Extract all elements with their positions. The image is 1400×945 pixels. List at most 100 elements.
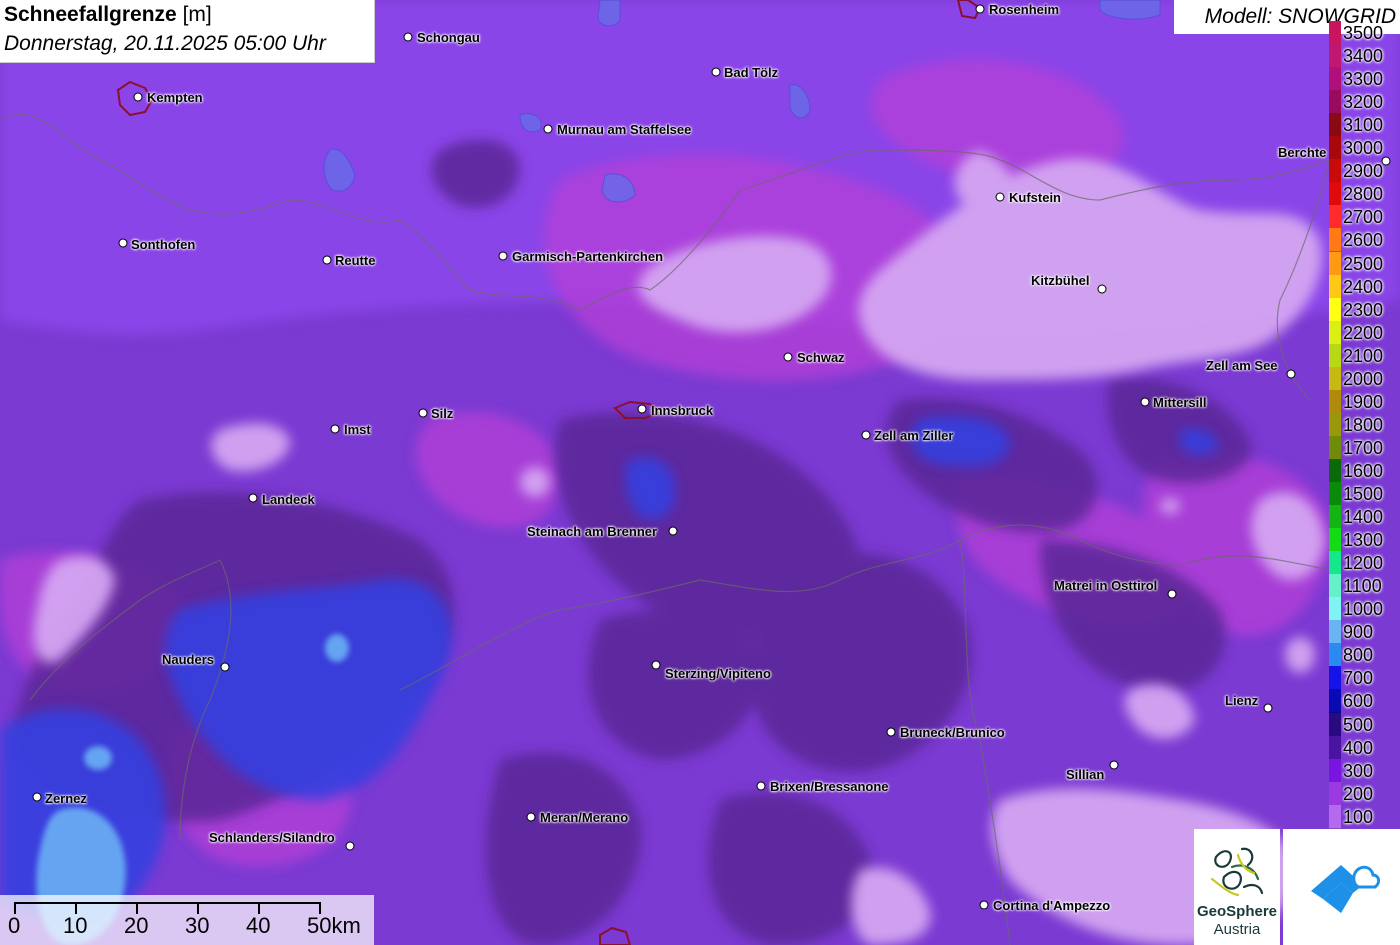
legend-swatch xyxy=(1329,113,1341,138)
legend-row: 900 xyxy=(1329,620,1400,645)
legend-label: 1200 xyxy=(1343,553,1384,574)
city-label: Steinach am Brenner xyxy=(527,524,658,539)
legend-row: 3500 xyxy=(1329,21,1400,45)
city-marker[interactable] xyxy=(668,526,678,536)
city-marker[interactable] xyxy=(1263,703,1273,713)
legend-label: 3000 xyxy=(1343,138,1384,159)
city-marker[interactable] xyxy=(711,67,721,77)
city-marker[interactable] xyxy=(995,192,1005,202)
legend-row: 1800 xyxy=(1329,412,1400,437)
city-marker[interactable] xyxy=(498,251,508,261)
city-label: Rosenheim xyxy=(989,2,1060,17)
legend-swatch xyxy=(1329,620,1341,645)
legend-label: 1300 xyxy=(1343,530,1384,551)
city-label: Kempten xyxy=(147,90,203,105)
legend-label: 1900 xyxy=(1343,391,1384,412)
city-marker[interactable] xyxy=(322,255,332,265)
scale-label: 0 xyxy=(8,913,21,938)
legend-swatch xyxy=(1329,804,1341,829)
city-marker[interactable] xyxy=(118,238,128,248)
city-label: Mittersill xyxy=(1153,395,1207,410)
city-label: Cortina d'Ampezzo xyxy=(993,898,1111,913)
legend-label: 2900 xyxy=(1343,161,1384,182)
legend-swatch xyxy=(1329,44,1341,69)
city-marker[interactable] xyxy=(651,660,661,670)
city-label: Bruneck/Brunico xyxy=(900,725,1005,740)
city-marker[interactable] xyxy=(248,493,258,503)
city-marker[interactable] xyxy=(637,404,647,414)
legend-swatch xyxy=(1329,67,1341,92)
legend-label: 3300 xyxy=(1343,69,1384,90)
house-cloud-icon xyxy=(1311,865,1381,913)
city-marker[interactable] xyxy=(979,900,989,910)
city-marker[interactable] xyxy=(330,424,340,434)
snowfall-line-map[interactable] xyxy=(0,0,1400,945)
city-marker[interactable] xyxy=(1140,397,1150,407)
legend-label: 500 xyxy=(1343,714,1374,735)
city-marker[interactable] xyxy=(345,841,355,851)
city-marker[interactable] xyxy=(756,781,766,791)
city-marker[interactable] xyxy=(403,32,413,42)
map-title-text: Schneefallgrenze xyxy=(4,3,177,26)
city-label: Matrei in Osttirol xyxy=(1054,578,1158,593)
city-label: Murnau am Staffelsee xyxy=(557,122,692,137)
city-marker[interactable] xyxy=(526,812,536,822)
city-marker[interactable] xyxy=(1097,284,1107,294)
city-marker[interactable] xyxy=(886,727,896,737)
city-label: Sillian xyxy=(1066,767,1105,782)
legend-label: 2800 xyxy=(1343,184,1384,205)
legend-label: 2200 xyxy=(1343,322,1384,343)
city-marker[interactable] xyxy=(861,430,871,440)
map-title-box: Schneefallgrenze [m] Donnerstag, 20.11.2… xyxy=(0,0,375,63)
city-marker[interactable] xyxy=(1286,369,1296,379)
city-marker[interactable] xyxy=(220,662,230,672)
legend-row: 2300 xyxy=(1329,297,1400,322)
legend-swatch xyxy=(1329,574,1341,599)
legend-swatch xyxy=(1329,666,1341,691)
legend-label: 3200 xyxy=(1343,92,1384,113)
scale-label: 40 xyxy=(246,913,271,938)
city-label: Zernez xyxy=(45,791,87,806)
legend-swatch xyxy=(1329,758,1341,783)
city-label: Innsbruck xyxy=(651,403,714,418)
legend-label: 1500 xyxy=(1343,484,1384,504)
city-marker[interactable] xyxy=(1109,760,1119,770)
legend-swatch xyxy=(1329,21,1341,45)
legend-label: 700 xyxy=(1343,668,1374,689)
legend-label: 3400 xyxy=(1343,46,1384,67)
color-legend: 3500 3400 3300 3200 3100 3000 2900 2800 2700 2600… xyxy=(1329,21,1400,832)
legend-label: 1000 xyxy=(1343,599,1384,620)
legend-swatch xyxy=(1329,597,1341,622)
legend-swatch xyxy=(1329,781,1341,806)
legend-label: 2300 xyxy=(1343,299,1384,320)
legend-swatch xyxy=(1329,228,1341,253)
city-marker[interactable] xyxy=(133,92,143,102)
geosphere-logo[interactable]: GeoSphere Austria xyxy=(1194,829,1280,945)
scale-label: 10 xyxy=(63,913,88,938)
city-label: Reutte xyxy=(335,253,376,268)
legend-swatch xyxy=(1329,458,1341,483)
city-label: Schongau xyxy=(417,30,480,45)
geosphere-name: GeoSphere xyxy=(1196,903,1278,920)
city-marker[interactable] xyxy=(32,792,42,802)
city-marker[interactable] xyxy=(975,4,985,14)
city-marker[interactable] xyxy=(418,408,428,418)
legend-row: 300 xyxy=(1329,758,1400,783)
city-marker[interactable] xyxy=(783,352,793,362)
city-marker[interactable] xyxy=(543,124,553,134)
scale-label: 30 xyxy=(185,913,210,938)
legend-row: 2600 xyxy=(1329,228,1400,253)
map-datetime: Donnerstag, 20.11.2025 05:00 Uhr xyxy=(4,32,326,55)
legend-row: 2000 xyxy=(1329,366,1400,391)
legend-row: 400 xyxy=(1329,735,1400,760)
legend-row: 3400 xyxy=(1329,44,1400,69)
city-label: Meran/Merano xyxy=(540,810,629,825)
legend-label: 1400 xyxy=(1343,507,1384,528)
city-marker[interactable] xyxy=(1167,589,1177,599)
snowgrid-logo[interactable] xyxy=(1283,829,1400,945)
legend-swatch xyxy=(1329,90,1341,115)
city-label: Lienz xyxy=(1225,693,1259,708)
legend-swatch xyxy=(1329,136,1341,161)
legend-row: 1000 xyxy=(1329,597,1400,622)
city-label: Landeck xyxy=(262,492,315,507)
